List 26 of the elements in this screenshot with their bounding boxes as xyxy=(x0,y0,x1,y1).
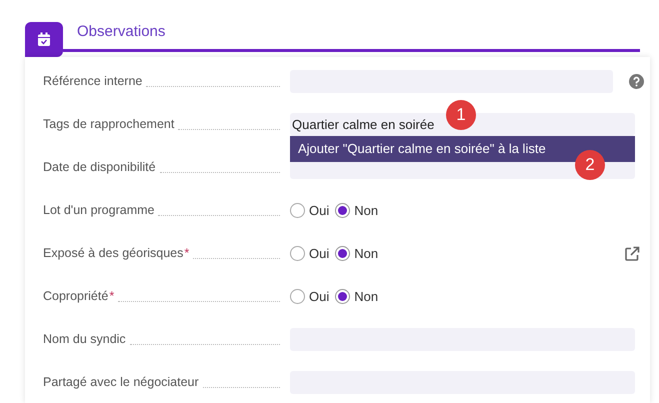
radio-button[interactable] xyxy=(290,203,305,218)
radio-label: Oui xyxy=(309,244,330,263)
radio-label: Non xyxy=(354,202,378,220)
field-label: Exposé à des géorisques xyxy=(43,245,184,262)
radio-label: Oui xyxy=(309,288,330,306)
radio-label: Non xyxy=(354,288,378,306)
help-icon[interactable] xyxy=(629,74,644,89)
section-title: Observations xyxy=(77,22,166,42)
field-label: Date de disponibilité xyxy=(43,159,156,176)
field-label: Copropriété xyxy=(43,288,108,306)
calendar-icon xyxy=(37,32,51,47)
external-link-icon[interactable] xyxy=(624,246,640,262)
radio-button[interactable] xyxy=(335,289,350,304)
radio-button[interactable] xyxy=(290,246,305,261)
required-mark: * xyxy=(109,288,114,306)
radio-label: Oui xyxy=(309,202,330,220)
radio-button[interactable] xyxy=(335,246,350,261)
radio-button[interactable] xyxy=(290,289,305,304)
field-label: Tags de rapprochement xyxy=(43,116,174,134)
required-mark: * xyxy=(184,245,190,262)
field-label: Nom du syndic xyxy=(43,331,126,348)
field-label: Partagé avec le négociateur xyxy=(43,374,199,392)
field-label: Lot d'un programme xyxy=(43,202,154,220)
radio-button[interactable] xyxy=(335,203,350,218)
field-label: Référence interne xyxy=(43,73,142,90)
radio-label: Non xyxy=(354,244,378,263)
